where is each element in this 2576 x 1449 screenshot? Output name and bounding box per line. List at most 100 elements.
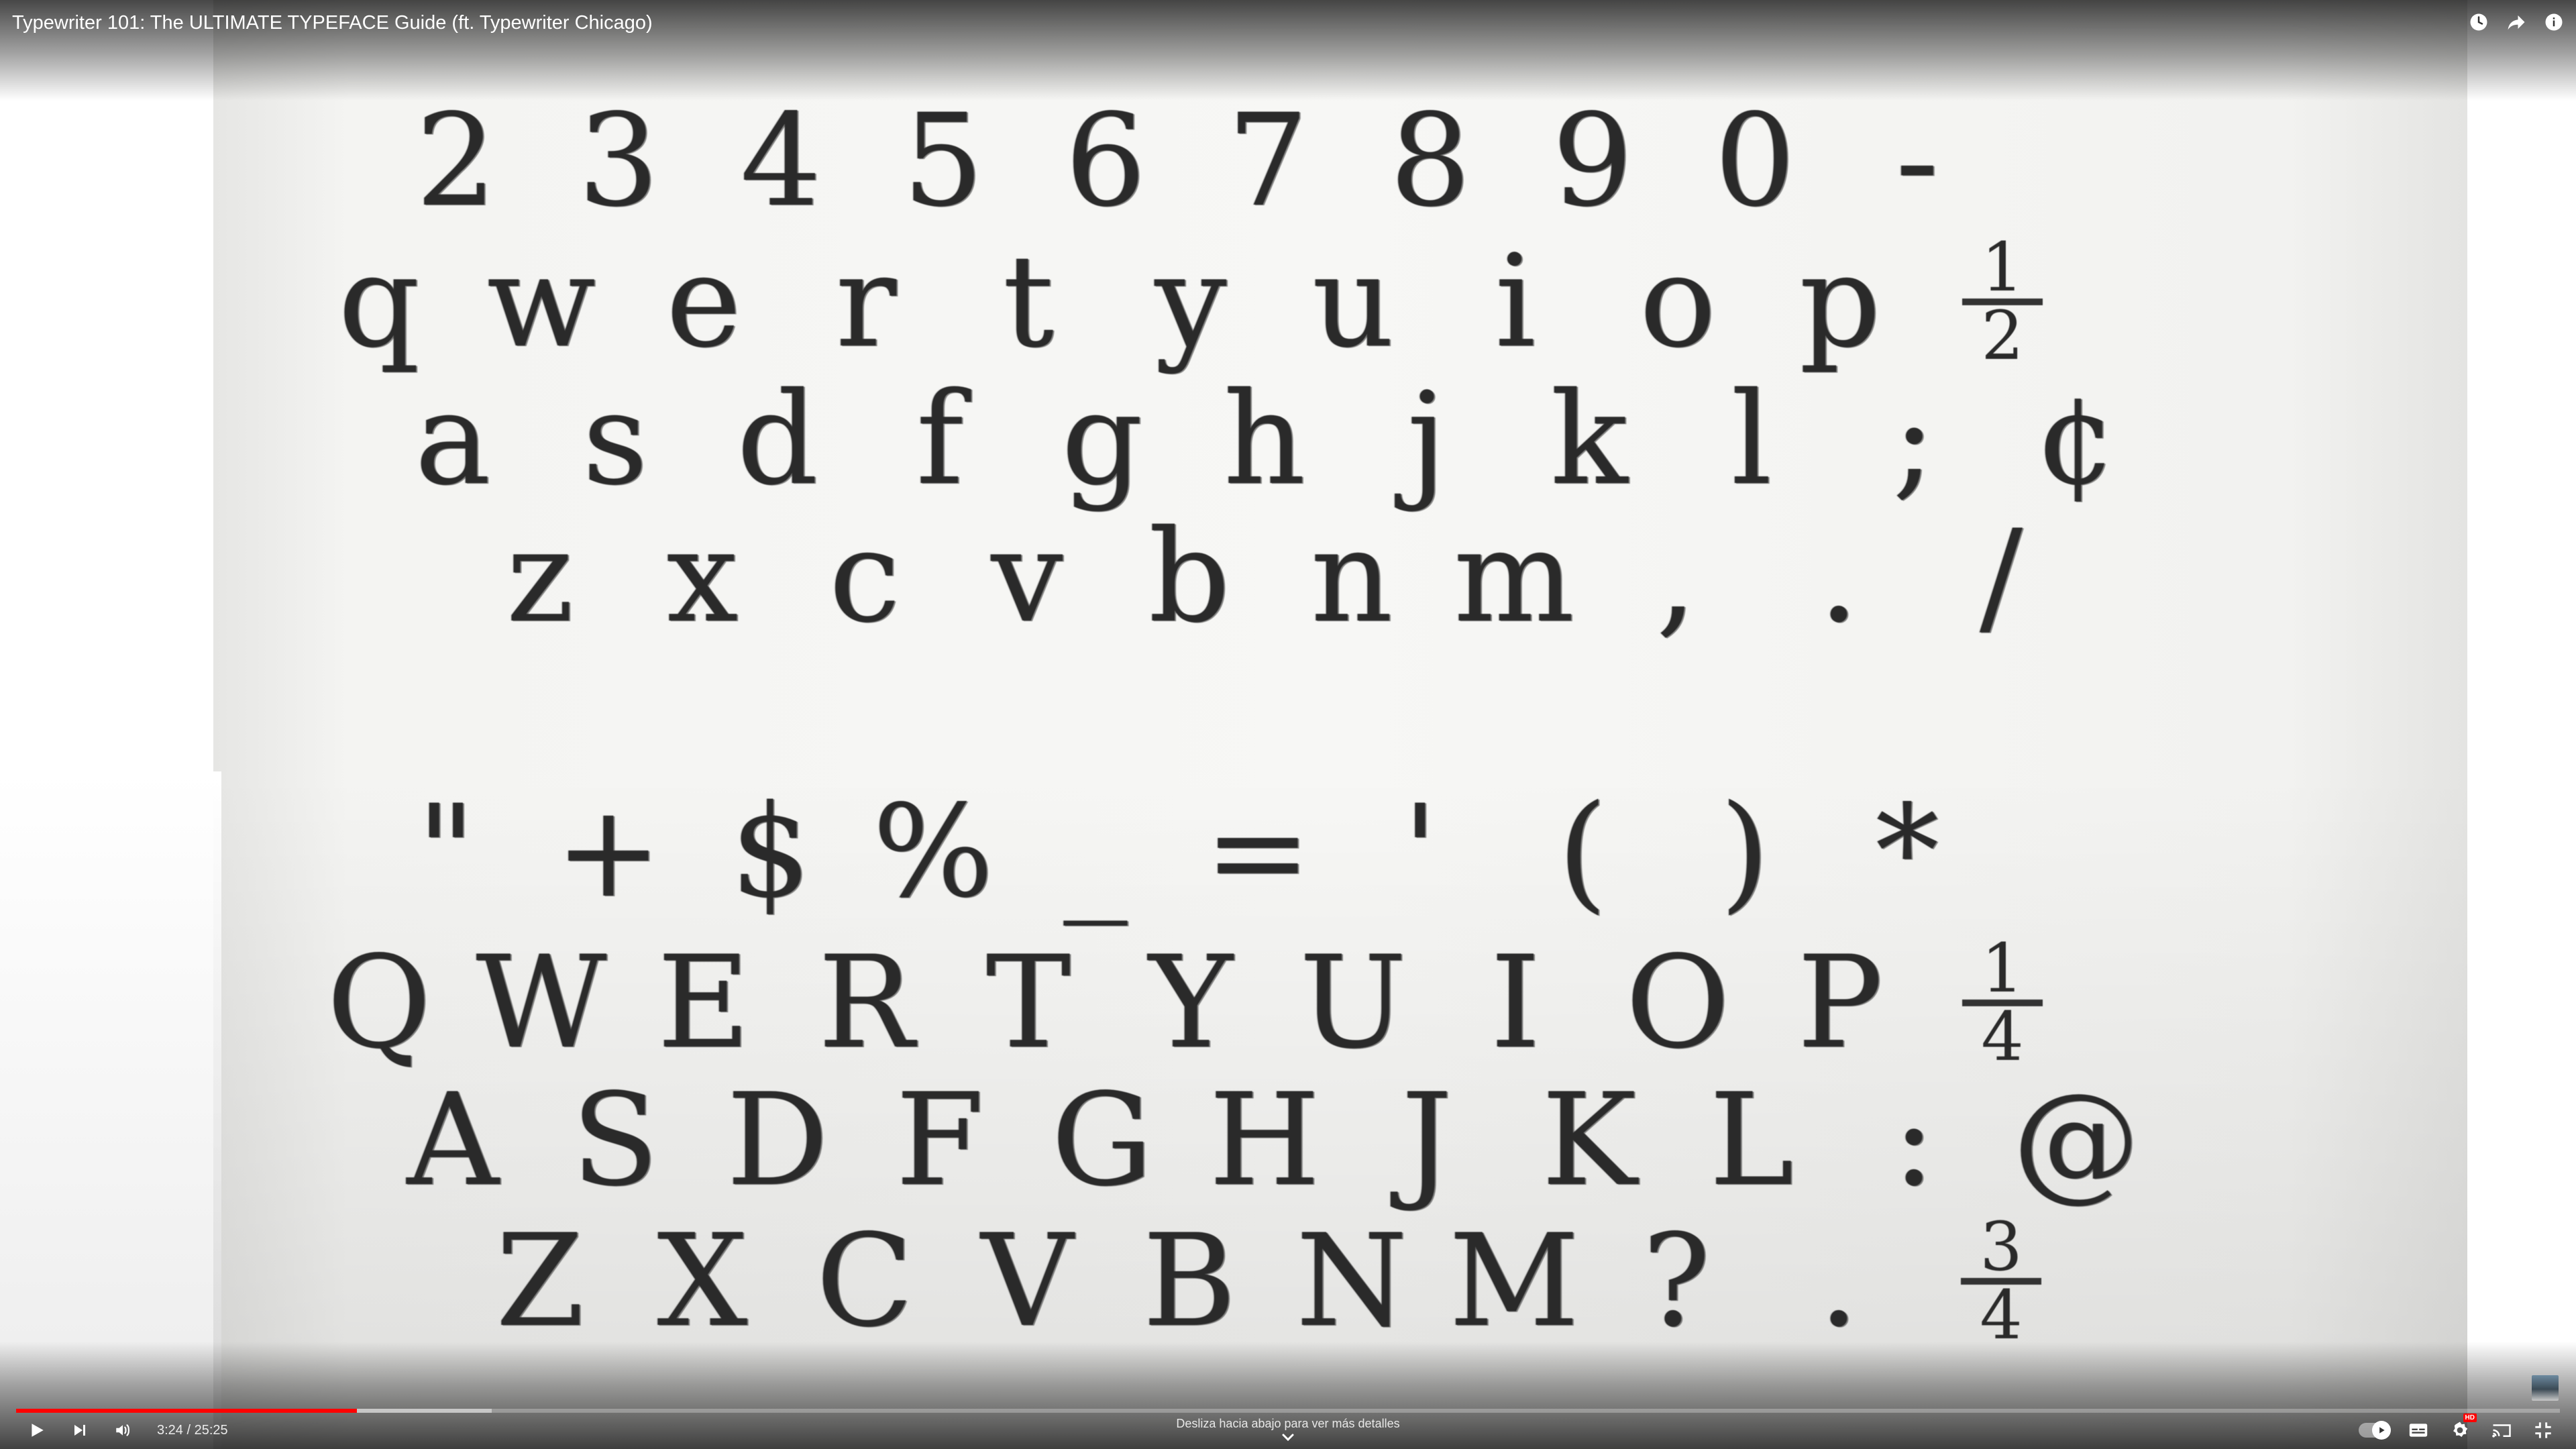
gear-icon [2453, 1421, 2468, 1437]
typed-glyph: N [1295, 1207, 1408, 1355]
watch-later-button[interactable] [2466, 9, 2491, 35]
autoplay-toggle[interactable] [2359, 1421, 2391, 1440]
typed-glyph: L [1709, 1066, 1794, 1214]
typed-glyph: W [476, 928, 607, 1077]
info-button[interactable] [2541, 9, 2567, 35]
typed-glyph: 4 [740, 87, 822, 235]
typed-glyph: e [665, 227, 742, 376]
controls-left: 3:24 / 25:25 [24, 1417, 228, 1444]
chevron-down-icon[interactable] [1280, 1432, 1296, 1444]
next-button[interactable] [67, 1417, 93, 1443]
share-button[interactable] [2504, 9, 2529, 35]
typed-fraction: 14 [1949, 929, 2056, 1077]
typed-glyph: 3 [578, 87, 659, 235]
typed-glyph: c [828, 502, 901, 651]
clock-icon [2470, 13, 2487, 31]
fraction-numerator: 3 [1980, 1208, 2023, 1286]
typed-glyph: H [1209, 1066, 1320, 1214]
typed-glyph: @ [2012, 1066, 2140, 1214]
typed-glyph: 0 [1714, 87, 1796, 235]
play-button[interactable] [24, 1417, 50, 1443]
typed-glyph: , [1656, 502, 1697, 651]
typed-glyph: P [1797, 928, 1883, 1077]
typed-glyph: n [1310, 502, 1393, 651]
type-row: A S D F G H J K L: @ [0, 1067, 2576, 1214]
time-separator: / [182, 1422, 195, 1438]
typed-glyph: ( [1557, 777, 1608, 926]
typed-glyph: 2 [415, 87, 497, 235]
settings-button[interactable]: HD [2447, 1413, 2477, 1443]
controls-right: HD [2359, 1413, 2556, 1444]
typed-glyph: T [985, 928, 1071, 1077]
fraction-denominator: 2 [1981, 297, 2024, 375]
autoplay-toggle-icon [2372, 1421, 2391, 1440]
next-icon [74, 1425, 85, 1436]
typed-glyph: : [1892, 1066, 1935, 1214]
cast-button[interactable] [2489, 1417, 2514, 1443]
typed-glyph: z [506, 502, 574, 651]
typed-glyph: ? [1642, 1207, 1711, 1355]
volume-icon [116, 1424, 130, 1436]
typed-glyph: x [666, 502, 739, 651]
typed-glyph: a [415, 365, 491, 513]
typed-glyph: = [1204, 777, 1311, 926]
typed-glyph: m [1453, 502, 1575, 651]
typed-glyph: 9 [1552, 87, 1633, 235]
typed-glyph: h [1223, 365, 1306, 513]
captions-icon [2409, 1424, 2428, 1437]
typed-glyph: - [1895, 87, 1939, 235]
type-row: qwertyuiop 12 [0, 228, 2576, 376]
typed-glyph: y [1155, 227, 1227, 376]
current-time: 3:24 [157, 1422, 183, 1438]
typed-glyph: M [1448, 1207, 1580, 1355]
channel-thumbnail[interactable] [2532, 1375, 2559, 1401]
top-actions [2466, 9, 2567, 35]
typed-glyph: g [1061, 365, 1143, 513]
typed-glyph: ; [1892, 365, 1935, 513]
typed-glyph: 7 [1227, 87, 1309, 235]
video-player[interactable]: 2 3 4 5 6 7 8 9 0- q w e r t y u i o p 1 2 a s d f g h j k l; ¢ z x c v b n m… [0, 0, 2576, 1449]
info-icon [2545, 13, 2563, 31]
typed-glyph: f [916, 365, 964, 513]
swipe-down-hint[interactable]: Desliza hacia abajo para ver más detalle… [1087, 1417, 1489, 1431]
typed-glyph: I [1490, 928, 1541, 1077]
typed-glyph: d [737, 365, 818, 513]
typed-glyph: Y [1148, 928, 1233, 1077]
typed-fraction: 12 [1949, 228, 2056, 376]
progress-bar[interactable] [16, 1409, 2560, 1413]
typed-glyph: K [1542, 1066, 1637, 1214]
typed-glyph: % [872, 777, 994, 926]
type-row: Z X C V B N M?. 3 4 [0, 1208, 2576, 1355]
type-row: z x c v b n m,. / [0, 503, 2576, 651]
typed-glyph: r [835, 227, 897, 376]
typed-glyph: 8 [1389, 87, 1471, 235]
time-display: 3:24 / 25:25 [157, 1423, 228, 1438]
type-row: QWERTYUIOP 14 [0, 929, 2576, 1077]
exit-fullscreen-button[interactable] [2530, 1417, 2556, 1443]
typed-glyph: v [991, 502, 1063, 651]
typed-glyph: " [417, 777, 476, 926]
typed-glyph: D [726, 1066, 829, 1214]
fraction-numerator: 1 [1981, 228, 2024, 307]
typed-glyph: 5 [902, 87, 984, 235]
typed-glyph: C [816, 1207, 914, 1355]
typed-glyph: k [1550, 365, 1628, 513]
video-title[interactable]: Typewriter 101: The ULTIMATE TYPEFACE Gu… [12, 9, 653, 36]
type-row: 234567890- [0, 87, 2576, 235]
mute-button[interactable] [110, 1417, 136, 1443]
cast-icon [2492, 1424, 2511, 1438]
typed-glyph: j [1407, 365, 1447, 513]
typed-glyph: R [818, 928, 914, 1077]
typed-glyph: q [338, 227, 420, 376]
typed-glyph: i [1495, 227, 1536, 376]
captions-button[interactable] [2406, 1417, 2431, 1443]
type-row: a s d f g h j k l; ¢ [0, 366, 2576, 513]
progress-played [16, 1409, 358, 1413]
typed-glyph: U [1299, 928, 1407, 1077]
typed-glyph: . [1818, 1207, 1860, 1355]
typed-glyph: G [1051, 1066, 1153, 1214]
typed-glyph: B [1142, 1207, 1236, 1355]
fraction-denominator: 4 [1980, 1276, 2023, 1354]
typed-glyph: * [1875, 777, 1939, 926]
type-row: " + $% _ = ' () * [0, 778, 2576, 926]
